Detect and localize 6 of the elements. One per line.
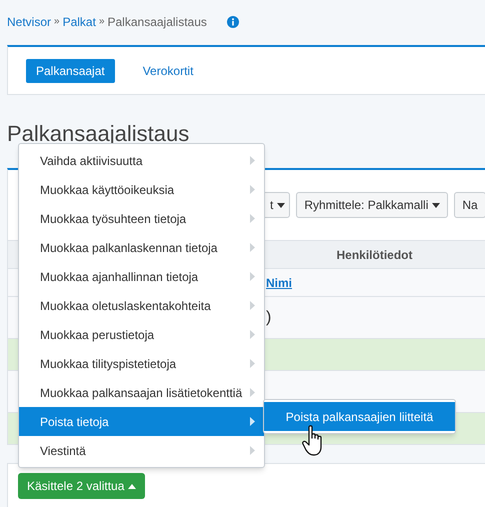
page-heading: Palkansaajalistaus [7,120,190,148]
breadcrumb-separator: » [98,15,106,29]
breadcrumb-current: Palkansaajalistaus [108,14,207,30]
column-header: Henkilötiedot [335,246,414,264]
table-cell-text: ) [266,308,272,328]
breadcrumb-separator: » [53,15,61,29]
